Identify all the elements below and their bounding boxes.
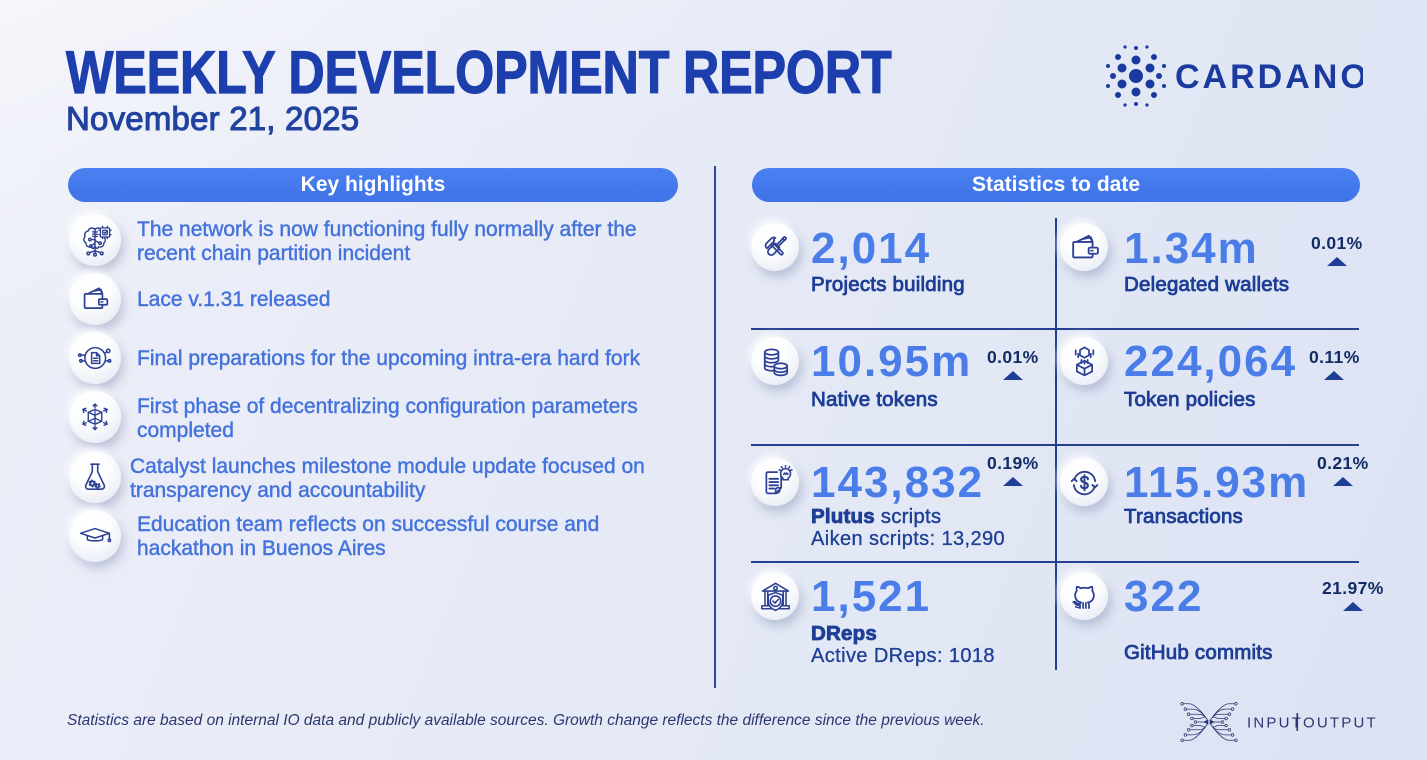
svg-text:OUTPUT: OUTPUT — [1303, 715, 1378, 732]
svg-text:CARDANO: CARDANO — [1175, 58, 1363, 96]
svg-text:INPUT: INPUT — [1247, 715, 1303, 732]
